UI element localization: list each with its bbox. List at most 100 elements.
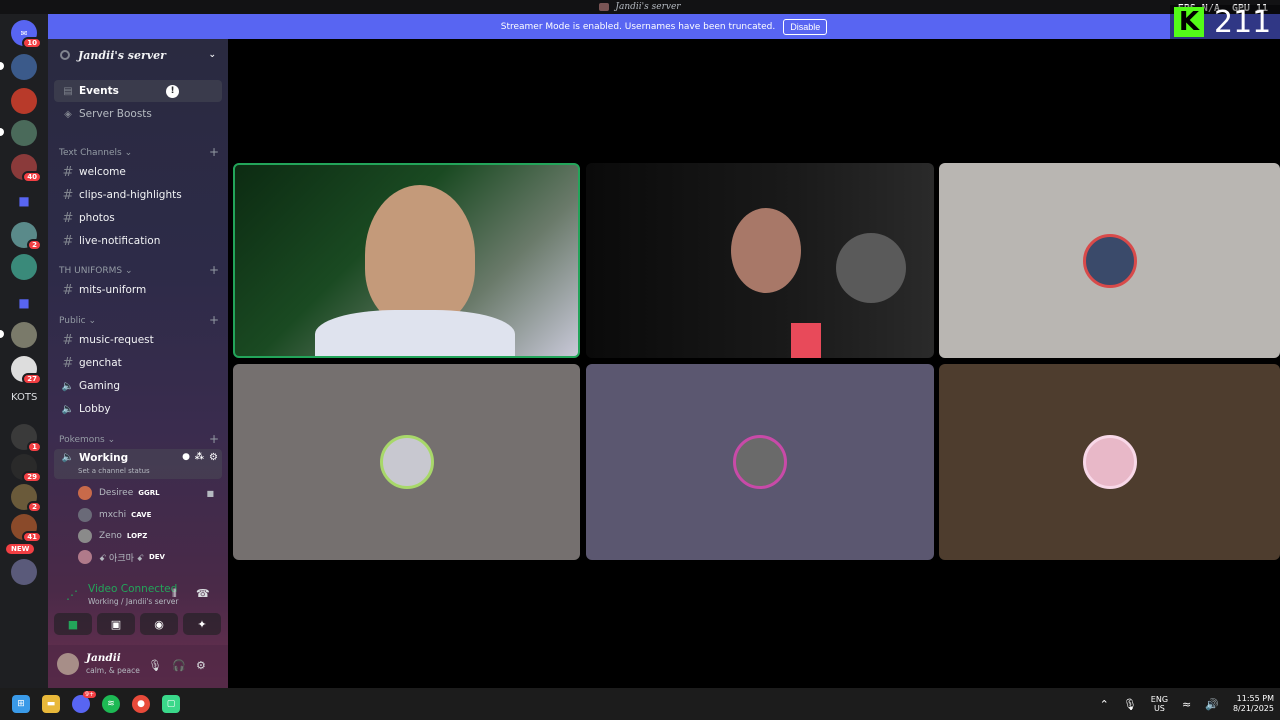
hash-icon: # (62, 187, 74, 203)
hash-icon: # (62, 164, 74, 180)
signal-icon: ⋰ (66, 588, 78, 602)
add-channel-icon[interactable]: + (209, 433, 219, 445)
camera-icon: ■ (206, 488, 214, 498)
invite-icon[interactable]: ⁂ (195, 452, 204, 462)
participant-avatar (1082, 233, 1137, 288)
viewer-count: 211 (1214, 4, 1272, 40)
file-explorer-icon[interactable]: ▬ (42, 695, 60, 713)
server-boost-icon (60, 50, 70, 60)
language-indicator[interactable]: ENG US (1151, 695, 1168, 713)
add-channel-icon[interactable]: + (209, 146, 219, 158)
voice-member[interactable]: Zeno LOPZ (78, 526, 222, 546)
streamer-mode-banner: Streamer Mode is enabled. Usernames have… (48, 14, 1280, 39)
channel-genchat[interactable]: # genchat (54, 352, 222, 374)
server-boosts-item[interactable]: ◈ Server Boosts (54, 103, 222, 125)
channel-photos[interactable]: # photos (54, 207, 222, 229)
volume-icon[interactable]: 🔊 (1205, 698, 1219, 711)
wifi-icon[interactable]: ≈ (1182, 698, 1191, 711)
app-icon[interactable]: ▢ (162, 695, 180, 713)
voice-member[interactable]: mxchi CAVE (78, 505, 222, 525)
unread-badge: 41 (22, 531, 42, 543)
voice-member[interactable]: Desiree GGRL ■ (78, 483, 222, 503)
server-icon[interactable]: 27 (11, 356, 42, 385)
microphone-icon[interactable]: 🎙 (1123, 698, 1137, 711)
boost-icon: ◈ (64, 108, 72, 120)
windows-start-icon[interactable]: ⊞ (12, 695, 30, 713)
server-icon[interactable]: 40 (11, 154, 42, 183)
gear-icon[interactable]: ⚙ (209, 452, 218, 463)
voice-channel-lobby[interactable]: 🔈 Lobby (54, 398, 222, 420)
video-tile[interactable] (586, 364, 934, 560)
noise-suppression-icon[interactable]: ⦀ (172, 587, 177, 601)
disconnect-icon[interactable]: ☎ (196, 587, 210, 600)
category-pokemons[interactable]: Pokemons ⌄ + (59, 433, 219, 445)
discord-taskbar-icon[interactable]: 9+ (72, 691, 96, 713)
window-titlebar: Jandii's server (0, 0, 1280, 14)
discord-badge: 9+ (83, 691, 96, 698)
video-tile[interactable] (233, 364, 580, 560)
avatar (78, 486, 92, 500)
hash-icon: # (62, 233, 74, 249)
server-icon[interactable] (11, 559, 37, 585)
server-icon[interactable]: 2 (11, 484, 42, 513)
camera-toggle-button[interactable]: ■ (54, 613, 92, 635)
category-text-channels[interactable]: Text Channels ⌄ + (59, 146, 219, 158)
server-icon[interactable]: 2 (11, 222, 42, 251)
gear-icon[interactable]: ⚙ (196, 659, 206, 672)
microphone-icon[interactable]: 🎙 (148, 659, 162, 672)
activities-button[interactable]: ◉ (140, 613, 178, 635)
speaker-icon: 🔈 (61, 452, 75, 463)
windows-taskbar: ⊞ ▬ 9+ ≋ ● ▢ ⌃ 🎙 ENG US ≈ 🔊 11:55 PM 8/21/… (0, 688, 1280, 720)
server-icon[interactable]: 41 (11, 514, 42, 543)
chat-icon[interactable]: ● (182, 452, 190, 462)
server-header[interactable]: Jandii's server ⌄ (48, 39, 228, 71)
server-icon[interactable] (11, 254, 37, 280)
voice-channel-name: Working (79, 452, 129, 464)
server-icon[interactable] (11, 88, 37, 114)
boosts-label: Server Boosts (79, 108, 152, 120)
server-kots[interactable]: KOTS (11, 392, 37, 403)
category-public[interactable]: Public ⌄ + (59, 314, 219, 326)
voice-member[interactable]: ꗃ 아크마 ꗃ DEV (78, 547, 222, 567)
chrome-icon[interactable]: ● (132, 695, 150, 713)
channel-status-text[interactable]: Set a channel status (78, 467, 150, 475)
channel-music-request[interactable]: # music-request (54, 329, 222, 351)
screen-share-button[interactable]: ▣ (97, 613, 135, 635)
channel-clips[interactable]: # clips-and-highlights (54, 184, 222, 206)
server-icon[interactable]: 1 (11, 424, 42, 453)
server-icon[interactable]: 29 (11, 454, 42, 483)
events-item[interactable]: ▤ Events ! (54, 80, 222, 102)
clock[interactable]: 11:55 PM 8/21/2025 (1233, 694, 1274, 714)
category-uniforms[interactable]: TH UNIFORMS ⌄ + (59, 264, 219, 276)
home-button[interactable]: ✉ 10 (11, 20, 42, 49)
server-icon[interactable] (11, 120, 37, 146)
user-panel: Jandii calm, & peace 🎙 🎧 ⚙ (48, 645, 228, 688)
server-icon[interactable] (11, 54, 37, 80)
channel-mits-uniform[interactable]: # mits-uniform (54, 279, 222, 301)
video-tile[interactable] (939, 364, 1280, 560)
disable-streamer-mode-button[interactable]: Disable (783, 18, 828, 35)
folder-icon[interactable]: ■ (11, 290, 37, 316)
chevron-up-icon[interactable]: ⌃ (1100, 698, 1109, 711)
server-rail: ✉ 10 40 ■ 2 ■ 27 KOTS 1 29 2 41 NEW (0, 14, 48, 688)
add-channel-icon[interactable]: + (209, 264, 219, 276)
soundboard-button[interactable]: ✦ (183, 613, 221, 635)
user-avatar[interactable] (57, 653, 79, 675)
voice-channel-working[interactable]: 🔈 Working Set a channel status ● ⁂ ⚙ (54, 449, 222, 479)
video-tile[interactable] (939, 163, 1280, 358)
calendar-icon: ▤ (63, 85, 73, 97)
server-icon[interactable] (11, 322, 37, 348)
video-tile[interactable] (586, 163, 934, 358)
avatar (78, 550, 92, 564)
participant-avatar (379, 435, 434, 489)
spotify-icon[interactable]: ≋ (102, 695, 120, 713)
video-tile-speaking[interactable] (233, 163, 580, 358)
channel-welcome[interactable]: # welcome (54, 161, 222, 183)
voice-status-title[interactable]: Video Connected (88, 583, 177, 595)
folder-icon[interactable]: ■ (11, 188, 37, 214)
headphones-icon[interactable]: 🎧 (172, 659, 186, 672)
channel-live-notification[interactable]: # live-notification (54, 230, 222, 252)
add-channel-icon[interactable]: + (209, 314, 219, 326)
unread-badge: 1 (27, 441, 42, 453)
voice-channel-gaming[interactable]: 🔈 Gaming (54, 375, 222, 397)
